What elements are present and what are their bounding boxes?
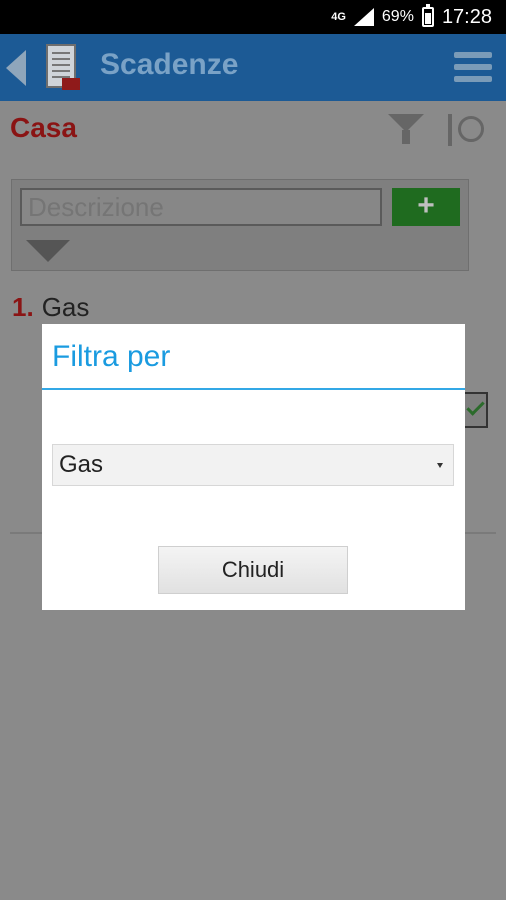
filter-icon[interactable] [388,114,424,144]
sort-by-time-icon[interactable] [444,110,486,150]
item-checkbox[interactable] [462,392,488,428]
expand-chevron-icon[interactable] [26,240,70,262]
close-button[interactable]: Chiudi [158,546,348,594]
back-icon[interactable] [6,50,26,86]
list-item-number: 1. [12,292,34,322]
clock: 17:28 [441,5,492,28]
network-indicator: 4G [331,11,346,23]
filter-select-value: Gas [59,451,104,478]
section-title: Casa [10,112,77,143]
filter-dialog: Filtra per Gas Chiudi [42,324,465,610]
dialog-title: Filtra per [52,340,171,373]
battery-percent: 69% [381,8,414,25]
list-item[interactable]: 1. Gas [12,292,89,323]
signal-icon [353,8,374,26]
dialog-divider [42,388,465,390]
filter-select[interactable]: Gas [52,444,454,486]
app-title: Scadenze [100,48,239,81]
app-logo-icon [46,44,80,90]
list-item-label: Gas [41,292,90,322]
dropdown-caret-icon [437,463,443,468]
battery-icon [421,4,434,27]
status-bar: 4G 69% 17:28 [0,0,506,34]
description-input[interactable] [20,188,382,226]
app-bar: Scadenze [0,34,506,101]
add-button[interactable]: + [392,188,460,226]
menu-icon[interactable] [454,52,492,82]
add-item-panel: + [11,179,469,271]
